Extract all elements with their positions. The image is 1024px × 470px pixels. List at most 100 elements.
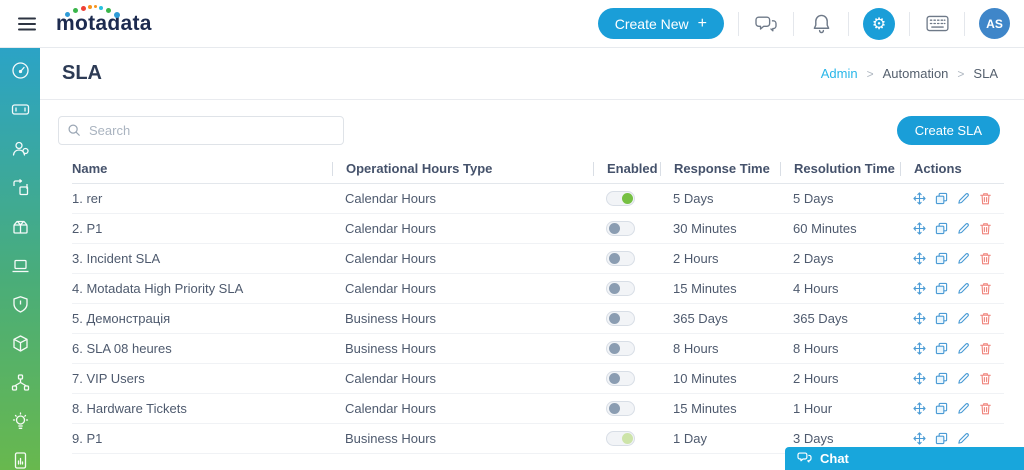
table-row[interactable]: 5. Демонстрація Business Hours 365 Days … xyxy=(72,304,1004,334)
toggle-knob xyxy=(609,373,620,384)
search-input[interactable] xyxy=(58,116,344,145)
change-icon[interactable] xyxy=(11,178,30,197)
divider xyxy=(964,11,965,36)
delete-icon[interactable] xyxy=(979,342,992,355)
edit-icon[interactable] xyxy=(957,192,970,205)
user-icon[interactable] xyxy=(11,139,30,158)
row-name: 7. VIP Users xyxy=(72,371,145,386)
table-body: 1. rer Calendar Hours 5 Days 5 Days 2. P… xyxy=(72,184,1004,454)
table-row[interactable]: 1. rer Calendar Hours 5 Days 5 Days xyxy=(72,184,1004,214)
row-hours-type: Business Hours xyxy=(345,431,437,446)
table-row[interactable]: 2. P1 Calendar Hours 30 Minutes 60 Minut… xyxy=(72,214,1004,244)
security-shield-icon[interactable] xyxy=(11,295,30,314)
create-sla-button[interactable]: Create SLA xyxy=(896,116,1000,145)
delete-icon[interactable] xyxy=(979,222,992,235)
enabled-toggle[interactable] xyxy=(606,281,635,296)
bell-icon[interactable] xyxy=(808,13,834,34)
create-new-button[interactable]: Create New + xyxy=(597,8,724,39)
table-row[interactable]: 4. Motadata High Priority SLA Calendar H… xyxy=(72,274,1004,304)
delete-icon[interactable] xyxy=(979,312,992,325)
row-resolution-time: 2 Hours xyxy=(793,371,839,386)
table-row[interactable]: 8. Hardware Tickets Calendar Hours 15 Mi… xyxy=(72,394,1004,424)
copy-icon[interactable] xyxy=(935,192,948,205)
copy-icon[interactable] xyxy=(935,282,948,295)
row-response-time: 30 Minutes xyxy=(673,221,737,236)
copy-icon[interactable] xyxy=(935,222,948,235)
breadcrumb-admin[interactable]: Admin xyxy=(821,66,858,81)
edit-icon[interactable] xyxy=(957,372,970,385)
copy-icon[interactable] xyxy=(935,432,948,445)
chat-bubbles-icon[interactable] xyxy=(753,14,779,34)
copy-icon[interactable] xyxy=(935,372,948,385)
row-resolution-time: 1 Hour xyxy=(793,401,833,416)
avatar[interactable]: AS xyxy=(979,8,1010,39)
report-icon[interactable] xyxy=(11,451,30,470)
edit-icon[interactable] xyxy=(957,342,970,355)
edit-icon[interactable] xyxy=(957,402,970,415)
dashboard-gauge-icon[interactable] xyxy=(11,61,30,80)
delete-icon[interactable] xyxy=(979,252,992,265)
enabled-toggle[interactable] xyxy=(606,431,635,446)
edit-icon[interactable] xyxy=(957,312,970,325)
package-cube-icon[interactable] xyxy=(11,334,30,353)
delete-icon[interactable] xyxy=(979,192,992,205)
move-icon[interactable] xyxy=(913,252,926,265)
enabled-toggle[interactable] xyxy=(606,191,635,206)
row-name: 8. Hardware Tickets xyxy=(72,401,187,416)
copy-icon[interactable] xyxy=(935,312,948,325)
knowledge-bulb-icon[interactable] xyxy=(11,412,30,431)
keyboard-icon[interactable] xyxy=(924,15,950,32)
edit-icon[interactable] xyxy=(957,282,970,295)
row-actions xyxy=(900,432,1004,445)
chevron-right-icon: > xyxy=(957,66,965,81)
enabled-toggle[interactable] xyxy=(606,341,635,356)
enabled-toggle[interactable] xyxy=(606,251,635,266)
breadcrumb-automation[interactable]: Automation xyxy=(883,66,949,81)
table-row[interactable]: 3. Incident SLA Calendar Hours 2 Hours 2… xyxy=(72,244,1004,274)
row-hours-type: Calendar Hours xyxy=(345,401,437,416)
logo[interactable]: motadata xyxy=(56,4,152,36)
row-resolution-time: 8 Hours xyxy=(793,341,839,356)
move-icon[interactable] xyxy=(913,372,926,385)
move-icon[interactable] xyxy=(913,432,926,445)
hamburger-icon[interactable] xyxy=(14,11,40,37)
gear-icon[interactable]: ⚙ xyxy=(863,7,895,40)
enabled-toggle[interactable] xyxy=(606,311,635,326)
enabled-toggle[interactable] xyxy=(606,401,635,416)
table-row[interactable]: 7. VIP Users Calendar Hours 10 Minutes 2… xyxy=(72,364,1004,394)
toggle-knob xyxy=(609,343,620,354)
move-icon[interactable] xyxy=(913,312,926,325)
move-icon[interactable] xyxy=(913,402,926,415)
row-actions xyxy=(900,192,1004,205)
column-header-hours-type: Operational Hours Type xyxy=(332,162,593,176)
delete-icon[interactable] xyxy=(979,282,992,295)
row-resolution-time: 365 Days xyxy=(793,311,848,326)
edit-icon[interactable] xyxy=(957,252,970,265)
chevron-right-icon: > xyxy=(866,66,874,81)
move-icon[interactable] xyxy=(913,342,926,355)
row-actions xyxy=(900,402,1004,415)
move-icon[interactable] xyxy=(913,222,926,235)
move-icon[interactable] xyxy=(913,192,926,205)
topology-icon[interactable] xyxy=(11,373,30,392)
edit-icon[interactable] xyxy=(957,432,970,445)
delete-icon[interactable] xyxy=(979,372,992,385)
move-icon[interactable] xyxy=(913,282,926,295)
table-header: Name Operational Hours Type Enabled Resp… xyxy=(72,155,1004,184)
enabled-toggle[interactable] xyxy=(606,371,635,386)
chat-button[interactable]: Chat xyxy=(785,447,1024,470)
copy-icon[interactable] xyxy=(935,342,948,355)
row-enabled-cell xyxy=(593,281,660,296)
row-enabled-cell xyxy=(593,341,660,356)
table-row[interactable]: 6. SLA 08 heures Business Hours 8 Hours … xyxy=(72,334,1004,364)
delete-icon[interactable] xyxy=(979,402,992,415)
row-actions xyxy=(900,372,1004,385)
copy-icon[interactable] xyxy=(935,402,948,415)
enabled-toggle[interactable] xyxy=(606,221,635,236)
ticket-icon[interactable] xyxy=(11,100,30,119)
release-icon[interactable] xyxy=(11,217,30,236)
edit-icon[interactable] xyxy=(957,222,970,235)
top-header: motadata Create New + ⚙ AS xyxy=(0,0,1024,48)
laptop-icon[interactable] xyxy=(11,256,30,275)
copy-icon[interactable] xyxy=(935,252,948,265)
